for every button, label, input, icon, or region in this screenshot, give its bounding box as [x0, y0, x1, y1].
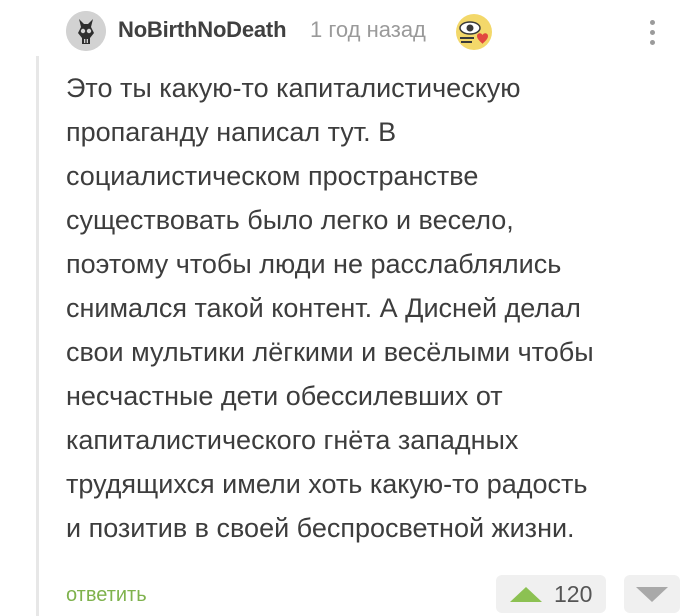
comment-line: трудящихся имели хоть какую-то радость — [66, 469, 588, 499]
comment-line: существовать было легко и весело, — [66, 205, 514, 235]
thread-line[interactable] — [36, 56, 39, 616]
comment-line: несчастные дети обессилевших от — [66, 381, 503, 411]
downvote-triangle-icon — [636, 587, 668, 602]
timestamp[interactable]: 1 год назад — [310, 17, 426, 43]
upvote-button[interactable]: 120 — [496, 575, 606, 613]
rating-count: 120 — [554, 581, 593, 607]
comment-line: Это ты какую-то капиталистическую — [66, 73, 521, 103]
upvote-triangle-icon — [510, 587, 542, 602]
comment-header: NoBirthNoDeath 1 год назад — [66, 10, 686, 51]
skull-avatar-icon — [66, 11, 106, 51]
menu-dot — [650, 30, 655, 35]
eye-heart-award-icon[interactable] — [455, 13, 493, 51]
downvote-button[interactable] — [624, 575, 680, 613]
comment: NoBirthNoDeath 1 год назад Это ты какую-… — [0, 0, 700, 616]
comment-line: пропаганду написал тут. В — [66, 117, 397, 147]
comment-footer: ответить 120 — [66, 574, 686, 614]
username[interactable]: NoBirthNoDeath — [118, 17, 287, 43]
comment-line: поэтому чтобы люди не расслаблялись — [66, 249, 562, 279]
more-vertical-icon[interactable] — [640, 14, 664, 50]
comment-line: свои мультики лёгкими и весёлыми чтобы — [66, 337, 594, 367]
comment-line: и позитив в своей беспросветной жизни. — [66, 513, 575, 543]
comment-line: капиталистического гнёта западных — [66, 425, 519, 455]
avatar[interactable] — [66, 11, 106, 51]
comment-line: снимался такой контент. А Дисней делал — [66, 293, 581, 323]
comment-body: Это ты какую-то капиталистическую пропаг… — [66, 66, 676, 550]
reply-button[interactable]: ответить — [66, 584, 147, 607]
comment-line: социалистическом пространстве — [66, 161, 479, 191]
menu-dot — [650, 40, 655, 45]
menu-dot — [650, 20, 655, 25]
